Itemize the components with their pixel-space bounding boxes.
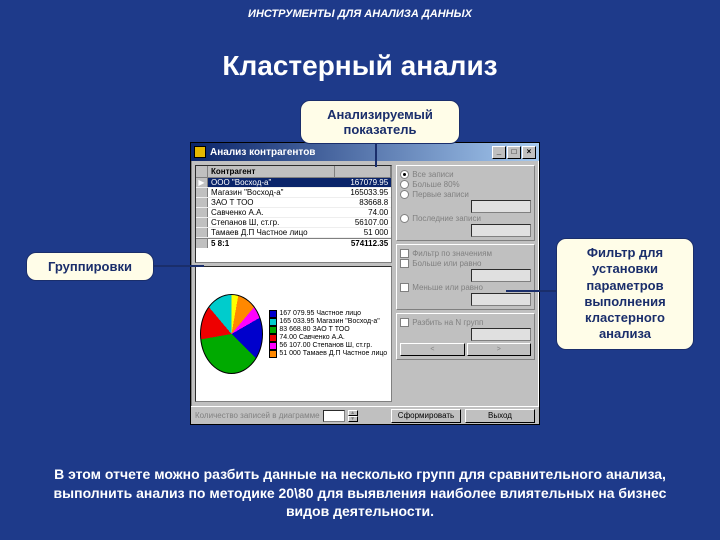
- record-count-label: Количество записей в диаграмме: [195, 411, 320, 420]
- table-row[interactable]: Тамаев Д.П Частное лицо51 000: [196, 228, 391, 238]
- header-small: ИНСТРУМЕНТЫ ДЛЯ АНАЛИЗА ДАННЫХ: [0, 8, 720, 20]
- minimize-button[interactable]: _: [492, 146, 506, 159]
- legend-item: 165 033.95 Магазин "Восход-а": [269, 318, 387, 326]
- table-row[interactable]: ЗАО Т ТОО83668.8: [196, 198, 391, 208]
- group-next-button[interactable]: >: [467, 343, 531, 356]
- data-grid[interactable]: Контрагент ▶ООО "Восход-а"167079.95Магаз…: [195, 165, 392, 263]
- callout-filter: Фильтр для установки параметров выполнен…: [556, 238, 694, 350]
- grid-total-row: 5 8:1 574112.35: [196, 238, 391, 248]
- window-titlebar[interactable]: Анализ контрагентов _ □ ×: [191, 143, 539, 161]
- main-title: Кластерный анализ: [0, 50, 720, 82]
- leader-line: [154, 265, 204, 267]
- value-filter-fieldset: Фильтр по значениям Больше или равно Мен…: [396, 244, 535, 310]
- leader-line: [506, 290, 556, 292]
- lte-input[interactable]: [471, 293, 531, 306]
- last-n-input[interactable]: [471, 224, 531, 237]
- legend-item: 51 000 Тамаев Д.П Частное лицо: [269, 350, 387, 358]
- gte-input[interactable]: [471, 269, 531, 282]
- table-row[interactable]: Магазин "Восход-а"165033.95: [196, 188, 391, 198]
- footer-description: В этом отчете можно разбить данные на не…: [30, 465, 690, 520]
- chk-value-filter[interactable]: Фильтр по значениям: [400, 249, 531, 258]
- legend-item: 56 107.00 Степанов Ш, ст.гр.: [269, 342, 387, 350]
- group-fieldset: Разбить на N групп < >: [396, 313, 535, 360]
- table-row[interactable]: Савченко А.А.74.00: [196, 208, 391, 218]
- grid-header: Контрагент: [196, 166, 391, 178]
- legend-item: 167 079.95 Частное лицо: [269, 310, 387, 318]
- close-button[interactable]: ×: [522, 146, 536, 159]
- callout-groupings: Группировки: [26, 252, 154, 281]
- first-n-input[interactable]: [471, 200, 531, 213]
- groups-input[interactable]: [471, 328, 531, 341]
- exit-button[interactable]: Выход: [465, 409, 535, 423]
- legend-item: 74.00 Савченко А.А.: [269, 334, 387, 342]
- chk-groups[interactable]: Разбить на N групп: [400, 318, 531, 327]
- pie-chart-panel: 167 079.95 Частное лицо165 033.95 Магази…: [195, 266, 392, 402]
- build-button[interactable]: Сформировать: [391, 409, 461, 423]
- window-title: Анализ контрагентов: [210, 147, 315, 158]
- radio-80[interactable]: Больше 80%: [400, 180, 531, 189]
- analysis-window: Анализ контрагентов _ □ × Контрагент ▶ОО…: [190, 142, 540, 425]
- chk-gte[interactable]: Больше или равно: [400, 259, 531, 268]
- record-count-input[interactable]: [323, 410, 345, 422]
- record-count-spinner[interactable]: ▲▼: [348, 410, 358, 422]
- app-icon: [194, 146, 206, 158]
- legend-item: 83 668.80 ЗАО Т ТОО: [269, 326, 387, 334]
- callout-indicator: Анализируемый показатель: [300, 100, 460, 144]
- window-bottom-bar: Количество записей в диаграмме ▲▼ Сформи…: [191, 406, 539, 424]
- radio-last[interactable]: Последние записи: [400, 214, 531, 223]
- pie-chart: [200, 294, 263, 374]
- table-row[interactable]: Степанов Ш, ст.гр.56107.00: [196, 218, 391, 228]
- filter-fieldset: Все записи Больше 80% Первые записи Посл…: [396, 165, 535, 241]
- group-prev-button[interactable]: <: [400, 343, 464, 356]
- table-row[interactable]: ▶ООО "Восход-а"167079.95: [196, 178, 391, 188]
- maximize-button[interactable]: □: [507, 146, 521, 159]
- chart-legend: 167 079.95 Частное лицо165 033.95 Магази…: [269, 310, 387, 358]
- radio-first[interactable]: Первые записи: [400, 190, 531, 199]
- radio-all[interactable]: Все записи: [400, 170, 531, 179]
